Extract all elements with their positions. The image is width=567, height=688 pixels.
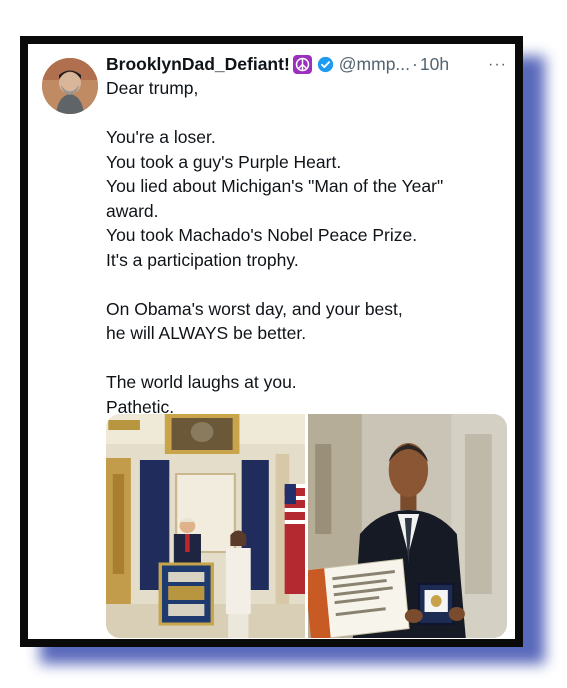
more-options-icon[interactable]: ··· bbox=[488, 56, 507, 74]
tweet-line: You took Machado's Nobel Peace Prize. bbox=[106, 225, 418, 245]
display-name[interactable]: BrooklynDad_Defiant! bbox=[106, 54, 290, 75]
tweet-line: It's a participation trophy. bbox=[106, 249, 299, 270]
media-image-oval-office[interactable] bbox=[106, 414, 305, 638]
tweet-line bbox=[106, 101, 506, 126]
tweet-text: Dear trump, You're a loser. You took a g… bbox=[106, 76, 506, 419]
separator-dot: · bbox=[412, 53, 418, 74]
tweet-card[interactable]: BrooklynDad_Defiant! @mmp... · 10h ··· D… bbox=[28, 44, 515, 639]
user-handle[interactable]: @mmp... bbox=[339, 54, 410, 75]
tweet-line bbox=[106, 272, 506, 297]
tweet-line bbox=[106, 346, 506, 371]
avatar[interactable] bbox=[42, 58, 98, 114]
tweet-line: he will ALWAYS be better. bbox=[106, 323, 307, 343]
tweet-line: On Obama's worst day, and your best, bbox=[106, 298, 403, 319]
tweet-media bbox=[106, 414, 507, 638]
tweet-line: award. bbox=[106, 200, 159, 221]
peace-symbol-icon bbox=[292, 54, 312, 74]
media-image-nobel-ceremony[interactable] bbox=[308, 414, 507, 638]
tweet-line: You took a guy's Purple Heart. bbox=[106, 151, 342, 172]
tweet-line: Dear trump, bbox=[106, 78, 199, 98]
verified-badge-icon bbox=[317, 56, 334, 73]
tweet-header: BrooklynDad_Defiant! @mmp... · 10h bbox=[106, 52, 505, 76]
avatar-image bbox=[42, 58, 98, 114]
tweet-line: You're a loser. bbox=[106, 127, 216, 147]
tweet-line: The world laughs at you. bbox=[106, 372, 297, 392]
tweet-line: You lied about Michigan's "Man of the Ye… bbox=[106, 176, 444, 196]
timestamp[interactable]: 10h bbox=[420, 54, 449, 75]
